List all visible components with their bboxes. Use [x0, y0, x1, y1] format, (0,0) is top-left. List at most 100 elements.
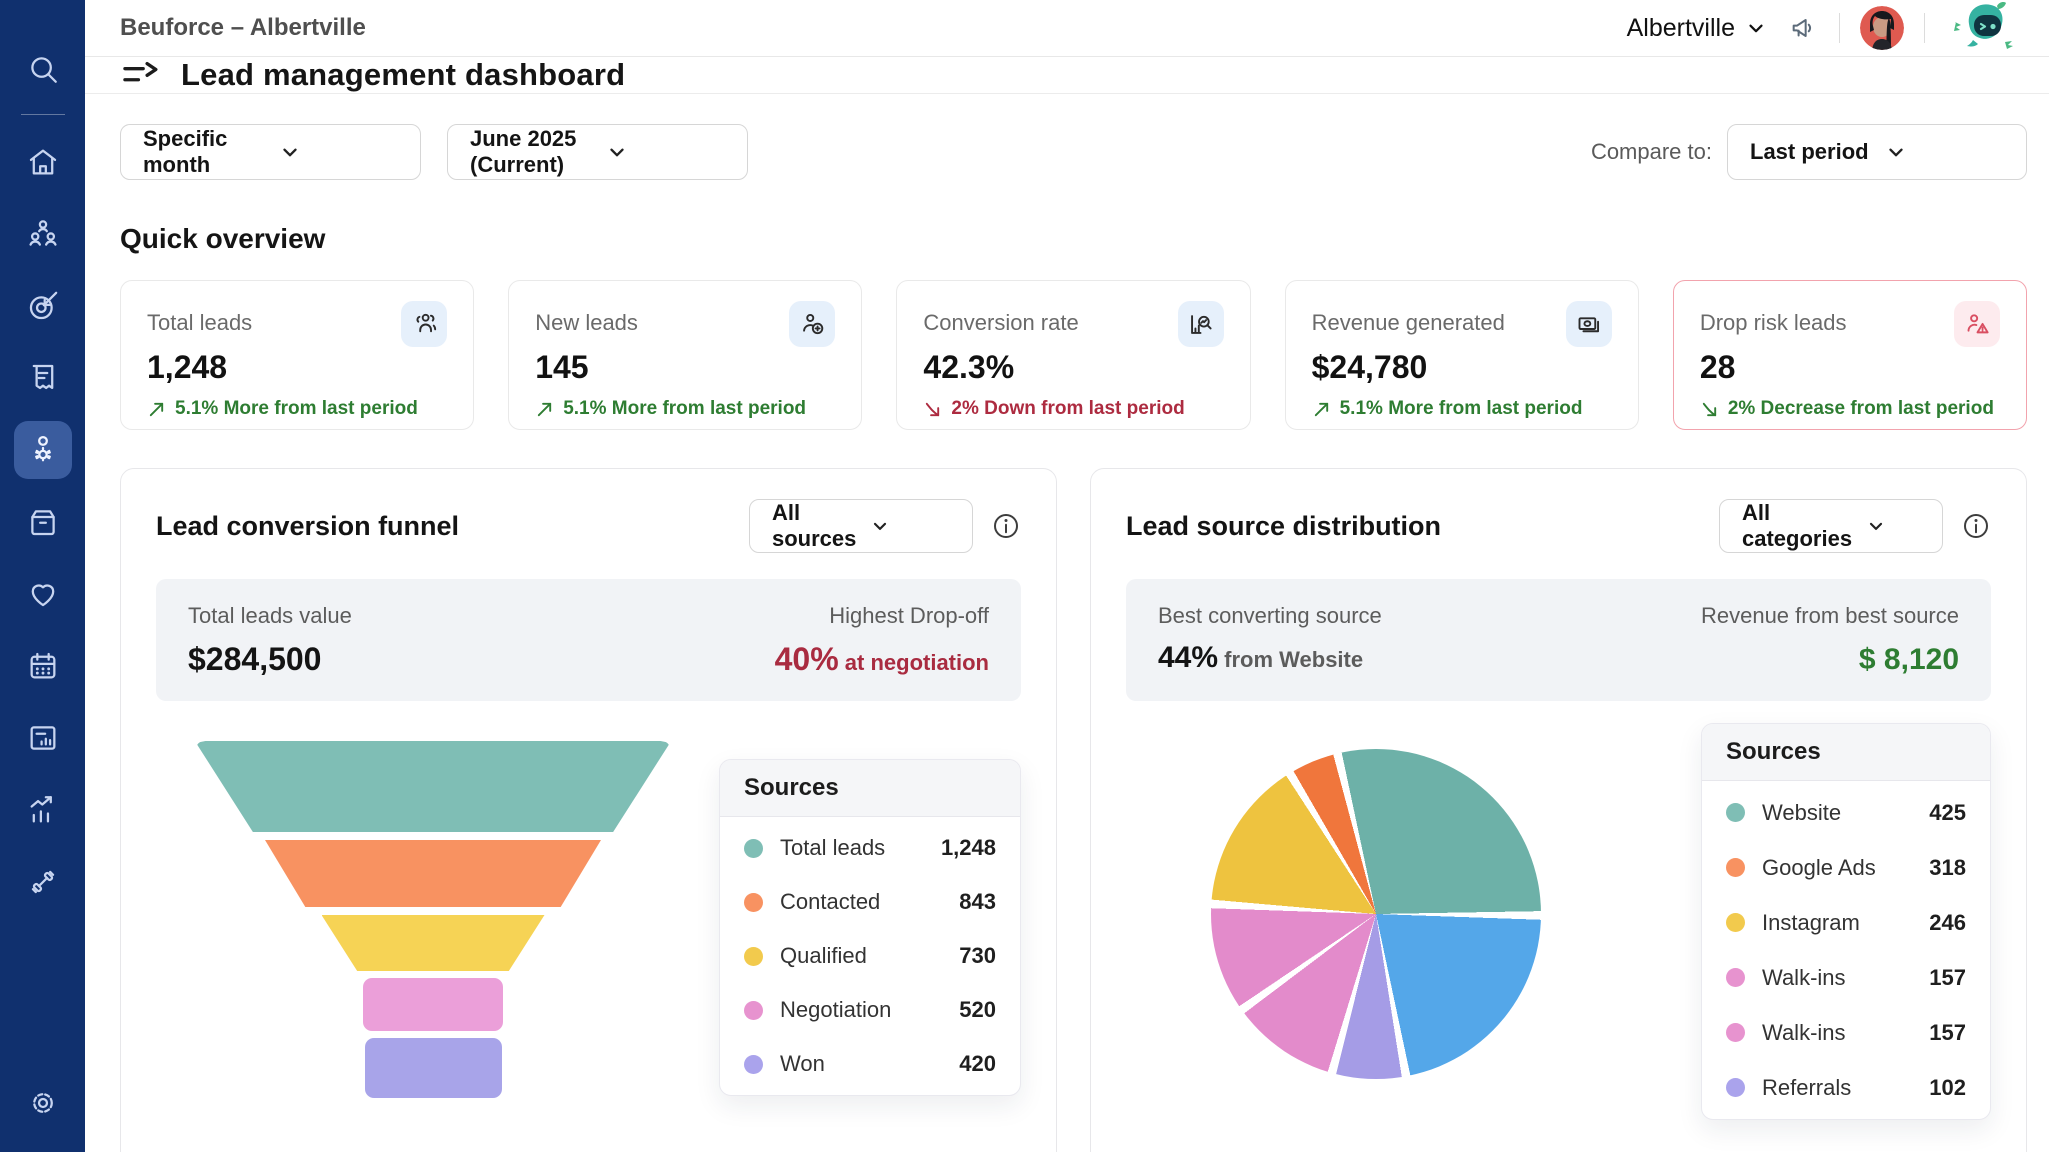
info-icon[interactable]: [991, 511, 1021, 541]
people-icon: [401, 301, 447, 347]
sidebar-item-home[interactable]: [14, 133, 72, 191]
sidebar-divider: [21, 114, 65, 115]
sidebar-item-analytics[interactable]: [14, 781, 72, 839]
page-title: Lead management dashboard: [181, 57, 625, 93]
legend-dot: [1726, 968, 1745, 987]
legend-row: Website425: [1702, 785, 1990, 840]
period-type-dropdown[interactable]: Specific month: [120, 124, 421, 180]
legend-dot: [1726, 1023, 1745, 1042]
legend-row: Negotiation520: [720, 983, 1020, 1037]
funnel-panel: Lead conversion funnel All sources Total…: [120, 468, 1057, 1152]
summary-label: Best converting source: [1158, 603, 1382, 629]
best-source-revenue: $ 8,120: [1701, 643, 1959, 677]
workspace-title: Beuforce – Albertville: [120, 14, 366, 42]
sidebar-item-fitness[interactable]: [14, 853, 72, 911]
stat-card-total-leads[interactable]: Total leads 1,248 5.1% More from last pe…: [120, 280, 474, 430]
stat-card-revenue[interactable]: Revenue generated $24,780 5.1% More from…: [1285, 280, 1639, 430]
chevron-down-icon: [1745, 17, 1767, 39]
funnel-chart: [196, 741, 670, 1098]
person-add-icon: [789, 301, 835, 347]
source-panel: Lead source distribution All categories …: [1090, 468, 2027, 1152]
trend-down-icon: [923, 400, 942, 419]
chevron-down-icon: [1866, 516, 1922, 536]
card-delta: 2% Down from last period: [923, 398, 1223, 420]
legend-dot: [744, 839, 763, 858]
highest-dropoff-value: 40% at negotiation: [775, 641, 989, 678]
card-label: Drop risk leads: [1700, 310, 1847, 336]
sources-filter-dropdown[interactable]: All sources: [749, 499, 973, 553]
user-avatar[interactable]: [1860, 6, 1904, 50]
card-label: Revenue generated: [1312, 310, 1505, 336]
legend-dot: [744, 947, 763, 966]
settings-gear-icon[interactable]: [14, 1074, 72, 1132]
month-dropdown[interactable]: June 2025 (Current): [447, 124, 748, 180]
legend-title: Sources: [1702, 724, 1990, 781]
legend-title: Sources: [720, 760, 1020, 817]
funnel-legend: Sources Total leads1,248 Contacted843 Qu…: [719, 759, 1021, 1096]
legend-dot: [744, 893, 763, 912]
legend-row: Referrals102: [1702, 1060, 1990, 1115]
panel-title: Lead source distribution: [1126, 511, 1441, 542]
sidebar-item-report[interactable]: [14, 709, 72, 767]
card-label: Total leads: [147, 310, 252, 336]
source-legend: Sources Website425 Google Ads318 Instagr…: [1701, 723, 1991, 1120]
topbar: Beuforce – Albertville Albertville: [85, 0, 2049, 57]
stat-card-conversion-rate[interactable]: Conversion rate 42.3% 2% Down from last …: [896, 280, 1250, 430]
total-leads-value: $284,500: [188, 641, 352, 678]
filter-bar: Specific month June 2025 (Current) Compa…: [120, 124, 2027, 180]
chart-magnifier-icon: [1178, 301, 1224, 347]
card-delta: 5.1% More from last period: [535, 398, 835, 420]
categories-filter-value: All categories: [1742, 500, 1852, 552]
legend-row: Instagram246: [1702, 895, 1990, 950]
chevron-down-icon: [606, 141, 728, 163]
compare-value: Last period: [1750, 139, 1871, 165]
summary-label: Revenue from best source: [1701, 603, 1959, 629]
categories-filter-dropdown[interactable]: All categories: [1719, 499, 1943, 553]
sidebar-item-receipt[interactable]: [14, 349, 72, 407]
topbar-separator: [1924, 13, 1925, 43]
legend-dot: [1726, 858, 1745, 877]
info-icon[interactable]: [1961, 511, 1991, 541]
legend-row: Qualified730: [720, 929, 1020, 983]
legend-row: Won420: [720, 1037, 1020, 1091]
legend-dot: [1726, 803, 1745, 822]
summary-label: Total leads value: [188, 603, 352, 629]
funnel-stage-qualified: [322, 915, 545, 971]
assistant-mascot-icon[interactable]: [1945, 0, 2019, 56]
card-label: Conversion rate: [923, 310, 1078, 336]
location-selector[interactable]: Albertville: [1627, 14, 1767, 43]
collapse-panel-icon[interactable]: [121, 59, 159, 91]
location-label: Albertville: [1627, 14, 1735, 43]
compare-dropdown[interactable]: Last period: [1727, 124, 2027, 180]
stat-card-new-leads[interactable]: New leads 145 5.1% More from last period: [508, 280, 862, 430]
sidebar-item-favorites[interactable]: [14, 565, 72, 623]
megaphone-icon[interactable]: [1787, 12, 1819, 44]
sidebar-item-calendar[interactable]: [14, 637, 72, 695]
sidebar-item-team[interactable]: [14, 205, 72, 263]
stat-card-drop-risk[interactable]: Drop risk leads 28 2% Decrease from last…: [1673, 280, 2027, 430]
sources-filter-value: All sources: [772, 500, 856, 552]
legend-row: Total leads1,248: [720, 821, 1020, 875]
trend-up-icon: [535, 400, 554, 419]
card-value: 145: [535, 349, 835, 386]
funnel-stage-contacted: [265, 840, 601, 907]
summary-label: Highest Drop-off: [775, 603, 989, 629]
sidebar-item-target[interactable]: [14, 277, 72, 335]
search-icon[interactable]: [14, 40, 72, 98]
card-value: 1,248: [147, 349, 447, 386]
month-value: June 2025 (Current): [470, 126, 592, 178]
banknote-icon: [1566, 301, 1612, 347]
sidebar-item-lead-management[interactable]: [14, 421, 72, 479]
card-value: 28: [1700, 349, 2000, 386]
sidebar: [0, 0, 85, 1152]
pie-chart: [1211, 749, 1541, 1079]
trend-up-icon: [147, 400, 166, 419]
sidebar-item-package[interactable]: [14, 493, 72, 551]
section-heading: Quick overview: [120, 223, 2027, 255]
legend-dot: [1726, 1078, 1745, 1097]
legend-row: Google Ads318: [1702, 840, 1990, 895]
trend-up-icon: [1312, 400, 1331, 419]
legend-row: Walk-ins157: [1702, 1005, 1990, 1060]
best-source-value: 44% from Website: [1158, 641, 1382, 675]
page-header: Lead management dashboard: [85, 57, 2049, 94]
